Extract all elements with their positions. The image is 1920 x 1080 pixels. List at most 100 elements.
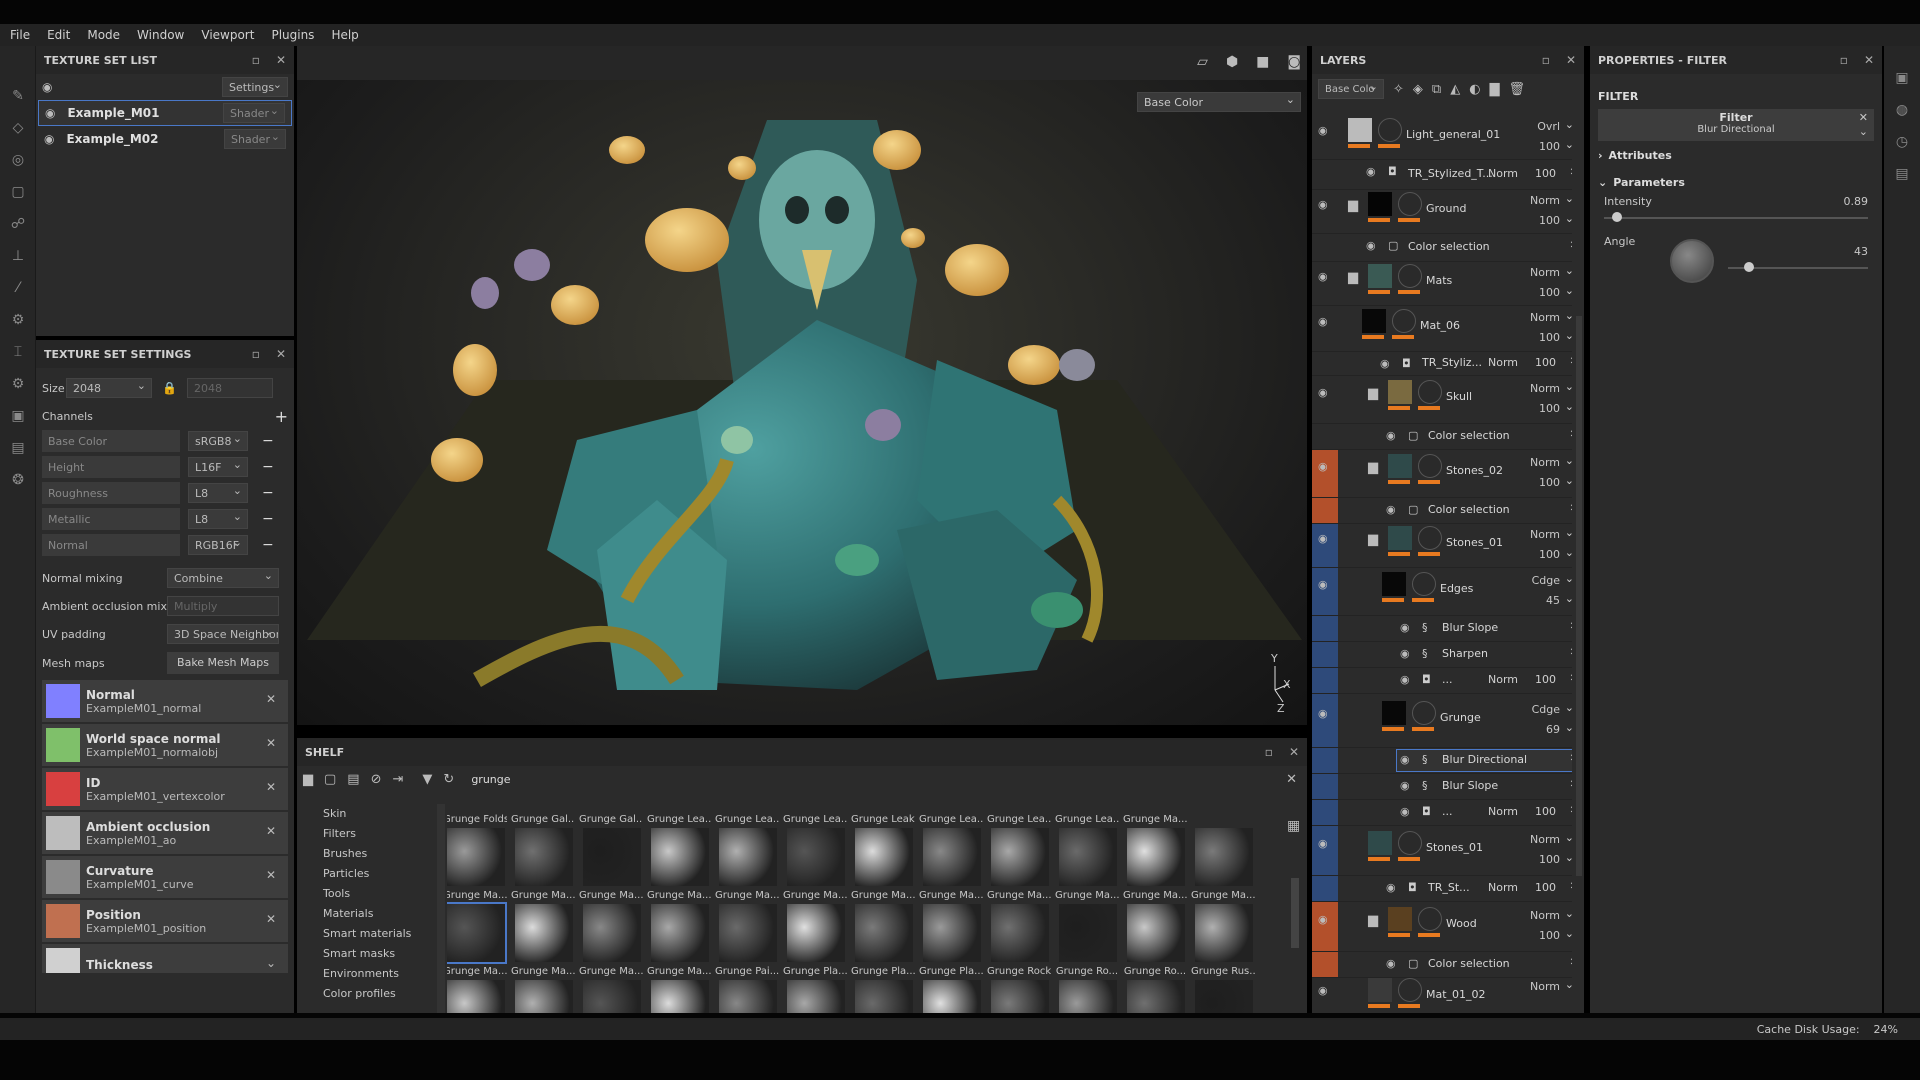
chevron-down-icon[interactable]: ⌄: [1859, 125, 1868, 138]
eye-icon[interactable]: ◉: [1386, 503, 1396, 516]
eye-icon[interactable]: ◉: [1318, 532, 1328, 545]
layer-row[interactable]: ◉ ▆ Wood Norm ⌄ 100 ⌄: [1312, 902, 1572, 952]
shelf-thumbnail[interactable]: [1059, 828, 1117, 886]
polygon-fill-icon[interactable]: ▢: [0, 176, 36, 208]
close-icon[interactable]: ✕: [1289, 745, 1299, 759]
attributes-section[interactable]: › Attributes: [1590, 141, 1882, 169]
effect-opacity-value[interactable]: 100: [1535, 673, 1556, 686]
layer-row[interactable]: ◉ ▆ Stones_01 Norm ⌄ 100 ⌄: [1312, 524, 1572, 568]
normal-mixing-dropdown[interactable]: Combine: [167, 568, 279, 588]
export-icon[interactable]: ▤: [0, 432, 36, 464]
layer-blend-mode[interactable]: Norm: [1530, 311, 1560, 324]
shelf-thumbnail[interactable]: [719, 828, 777, 886]
shelf-category-item[interactable]: Brushes: [297, 844, 437, 864]
eye-icon[interactable]: ◉: [1386, 881, 1396, 894]
layer-row[interactable]: ◉ Light_general_01 Ovrl ⌄ 100 ⌄: [1312, 116, 1572, 160]
shelf-scrollbar[interactable]: [1291, 878, 1299, 948]
angle-slider-handle[interactable]: [1743, 262, 1754, 272]
viewport-channel-dropdown[interactable]: Base Color: [1137, 92, 1301, 112]
layer-blend-mode[interactable]: Norm: [1530, 980, 1560, 993]
hide-icon[interactable]: ⊘: [371, 772, 382, 787]
layer-opacity-value[interactable]: 100: [1539, 214, 1560, 227]
bake-icon[interactable]: ⚙: [0, 304, 36, 336]
parameters-section[interactable]: ⌄ Parameters: [1590, 169, 1882, 195]
remove-effect-icon[interactable]: ✕: [1570, 673, 1572, 684]
intensity-slider[interactable]: Intensity 0.89: [1604, 195, 1868, 235]
eye-icon[interactable]: ◉: [1318, 460, 1328, 473]
shelf-thumbnail[interactable]: [855, 828, 913, 886]
add-layer-icon[interactable]: ⧉: [1432, 82, 1441, 97]
shelf-thumbnail[interactable]: [651, 904, 709, 962]
remove-effect-icon[interactable]: ✕: [1570, 356, 1572, 367]
3d-view-icon[interactable]: ⬢: [1226, 54, 1238, 70]
layer-opacity-value[interactable]: 45: [1546, 594, 1560, 607]
eye-icon[interactable]: ◉: [1318, 386, 1328, 399]
clone-stamp-icon[interactable]: ⊥: [0, 240, 36, 272]
photoshop-icon[interactable]: ▣: [0, 400, 36, 432]
eye-icon[interactable]: ◉: [1380, 357, 1390, 370]
menu-plugins[interactable]: Plugins: [271, 28, 314, 42]
layer-opacity-value[interactable]: 100: [1539, 286, 1560, 299]
add-channel-icon[interactable]: +: [275, 407, 288, 426]
visibility-toggle-icon[interactable]: ◉: [42, 80, 52, 94]
eye-icon[interactable]: ◉: [1318, 270, 1328, 283]
layer-blend-mode[interactable]: Cdge: [1532, 703, 1560, 716]
effect-opacity-value[interactable]: 100: [1535, 167, 1556, 180]
paint-brush-icon[interactable]: ✎: [0, 80, 36, 112]
layer-effect-row[interactable]: ◉ ▢ Color selection ✕: [1312, 234, 1572, 262]
close-icon[interactable]: ✕: [276, 53, 286, 67]
remove-mesh-map-icon[interactable]: ✕: [266, 824, 276, 838]
shelf-thumbnail[interactable]: [515, 828, 573, 886]
add-folder-icon[interactable]: ▇: [1490, 82, 1500, 97]
mesh-map-item[interactable]: Curvature ExampleM01_curve ✕: [42, 856, 288, 898]
measure-icon[interactable]: ⌶: [0, 336, 36, 368]
shelf-category-item[interactable]: Smart masks: [297, 944, 437, 964]
layer-opacity-value[interactable]: 100: [1539, 548, 1560, 561]
angle-control[interactable]: Angle 43: [1604, 235, 1868, 299]
remove-effect-icon[interactable]: ✕: [1570, 805, 1572, 816]
layer-blend-mode[interactable]: Norm: [1530, 528, 1560, 541]
category-scrollbar[interactable]: [437, 804, 445, 1014]
layer-blend-mode[interactable]: Norm: [1530, 266, 1560, 279]
menu-mode[interactable]: Mode: [87, 28, 120, 42]
layer-blend-mode[interactable]: Norm: [1530, 194, 1560, 207]
layer-row[interactable]: ◉ ▆ Ground Norm ⌄ 100 ⌄: [1312, 190, 1572, 234]
shelf-thumbnail[interactable]: [447, 828, 505, 886]
import-icon[interactable]: ▤: [347, 772, 359, 787]
eraser-icon[interactable]: ◇: [0, 112, 36, 144]
remove-mesh-map-icon[interactable]: ✕: [266, 780, 276, 794]
new-shelf-icon[interactable]: ▢: [324, 772, 336, 787]
effect-blend-mode[interactable]: Norm: [1488, 881, 1518, 894]
screenshot-icon[interactable]: ◙: [1287, 54, 1301, 70]
channel-format-dropdown[interactable]: L8: [188, 483, 248, 503]
undock-icon[interactable]: ▫: [252, 53, 260, 67]
remove-effect-icon[interactable]: ✕: [1570, 779, 1572, 790]
mesh-map-item[interactable]: Thickness ⌄: [42, 944, 288, 973]
channel-format-dropdown[interactable]: L8: [188, 509, 248, 529]
eye-icon[interactable]: ◉: [1318, 837, 1328, 850]
log-icon[interactable]: ▤: [1884, 158, 1920, 190]
camera-icon[interactable]: ■: [1256, 54, 1269, 70]
bake-mesh-maps-button[interactable]: Bake Mesh Maps: [167, 652, 279, 674]
layer-opacity-value[interactable]: 100: [1539, 331, 1560, 344]
remove-effect-icon[interactable]: ✕: [1570, 240, 1572, 251]
magic-wand-icon[interactable]: ✧: [1393, 82, 1404, 97]
plugin-icon[interactable]: ❂: [0, 464, 36, 496]
effect-opacity-value[interactable]: 100: [1535, 881, 1556, 894]
remove-mesh-map-icon[interactable]: ✕: [266, 868, 276, 882]
intensity-slider-handle[interactable]: [1611, 212, 1622, 222]
eye-icon[interactable]: ◉: [1318, 984, 1328, 997]
shelf-thumbnail[interactable]: [787, 904, 845, 962]
layer-row[interactable]: ◉ ▆ Skull Norm ⌄ 100 ⌄: [1312, 376, 1572, 424]
texture-set-item[interactable]: ◉ Example_M02 Shader: [38, 126, 292, 152]
eye-icon[interactable]: ◉: [45, 106, 55, 120]
layer-effect-row[interactable]: ◉ § Blur Slope ✕: [1312, 774, 1572, 800]
eye-icon[interactable]: ◉: [1400, 779, 1410, 792]
shelf-thumbnail[interactable]: [1195, 904, 1253, 962]
menu-edit[interactable]: Edit: [47, 28, 70, 42]
channel-format-dropdown[interactable]: L16F: [188, 457, 248, 477]
effect-opacity-value[interactable]: 100: [1535, 356, 1556, 369]
layer-blend-mode[interactable]: Norm: [1530, 909, 1560, 922]
layer-effect-row[interactable]: ◉ § Blur Slope ✕: [1312, 616, 1572, 642]
remove-effect-icon[interactable]: ✕: [1570, 503, 1572, 514]
